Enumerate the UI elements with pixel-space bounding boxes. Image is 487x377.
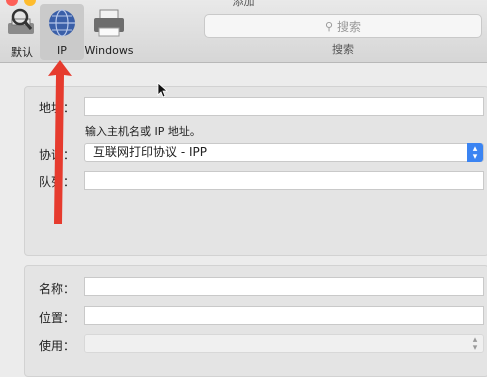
search-label: 搜索 bbox=[332, 43, 354, 56]
toolbar-button-windows[interactable]: Windows bbox=[84, 4, 134, 60]
mouse-cursor-icon bbox=[157, 82, 169, 98]
default-printer-icon bbox=[4, 7, 40, 39]
toolbar-button-label: IP bbox=[57, 44, 67, 57]
annotation-arrow-icon bbox=[48, 60, 72, 224]
search-icon: ⚲ bbox=[324, 19, 334, 33]
name-label: 名称： bbox=[39, 282, 76, 296]
windows-printer-icon bbox=[91, 7, 127, 39]
location-label: 位置： bbox=[39, 311, 76, 325]
address-hint: 输入主机名或 IP 地址。 bbox=[85, 125, 201, 138]
globe-icon bbox=[44, 7, 80, 39]
address-field[interactable] bbox=[84, 97, 484, 116]
toolbar: 添加 默认 IP Windows ⚲ 搜索 搜索 bbox=[0, 0, 487, 63]
location-field[interactable] bbox=[84, 306, 484, 325]
name-field[interactable] bbox=[84, 277, 484, 296]
chevron-updown-icon: ▴ ▾ bbox=[472, 335, 478, 353]
queue-field[interactable] bbox=[84, 171, 484, 190]
protocol-select[interactable]: 互联网打印协议 - IPP ▴ ▾ bbox=[84, 143, 484, 162]
toolbar-button-ip[interactable]: IP bbox=[40, 4, 84, 60]
search-placeholder: 搜索 bbox=[337, 19, 362, 34]
toolbar-button-label: 默认 bbox=[11, 46, 33, 59]
toolbar-button-label: Windows bbox=[84, 44, 134, 57]
toolbar-button-default[interactable]: 默认 bbox=[0, 4, 44, 60]
search-input[interactable]: ⚲ 搜索 bbox=[204, 14, 482, 38]
use-label: 使用： bbox=[39, 339, 76, 353]
protocol-value: 互联网打印协议 - IPP bbox=[93, 145, 207, 159]
chevron-updown-icon: ▴ ▾ bbox=[467, 143, 483, 162]
use-select[interactable]: ▴ ▾ bbox=[84, 334, 484, 353]
